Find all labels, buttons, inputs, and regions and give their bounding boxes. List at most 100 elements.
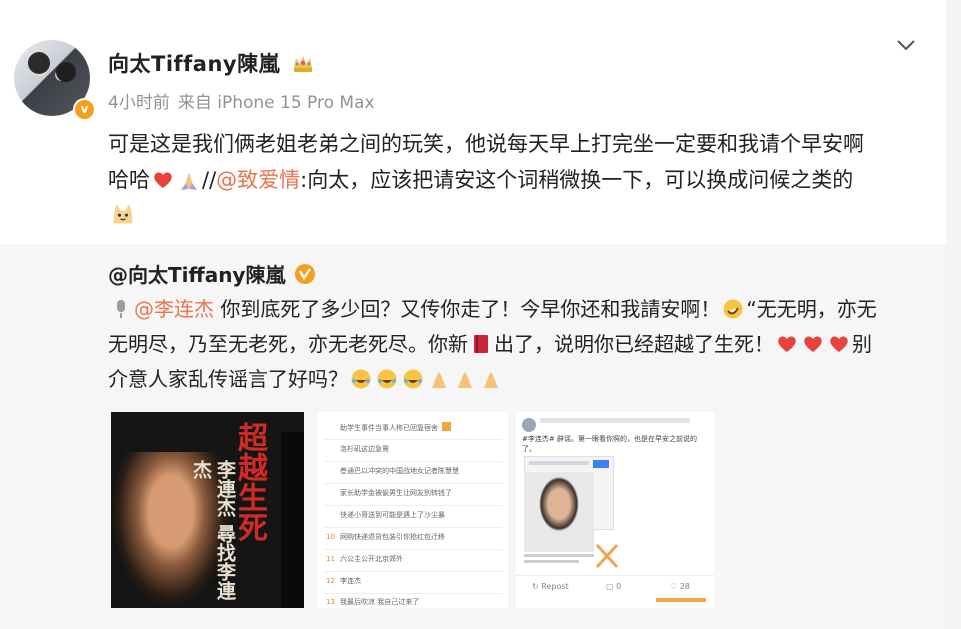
divider: [324, 461, 502, 462]
trending-text: 叁通巴以冲突的中国战地女记者陈慧慧: [340, 467, 459, 475]
trending-row: 11 六公主公开北京郊外: [326, 554, 403, 564]
verified-badge-icon: v: [73, 98, 96, 121]
post-content: 可是这是我们俩老姐老弟之间的玩笑，他说每天早上打完坐一定要和我请个早安啊 哈哈 …: [108, 126, 928, 234]
trending-rank: 11: [326, 555, 335, 563]
trending-row: 助学生事件当事人称已回复宿舍: [326, 422, 451, 433]
mini-card-line: [529, 461, 589, 465]
trending-text: 网购快递退货包装引你抢红包迁移: [340, 533, 445, 541]
mention-li-lianjie[interactable]: @李连杰: [134, 297, 214, 321]
post-text-haha: 哈哈: [108, 168, 150, 192]
original-text-6: 介意人家乱传谣言了好吗？: [108, 367, 348, 391]
portrait-photo: [524, 472, 594, 552]
trending-row: 快递小哥送到可能是遇上了沙尘暴: [326, 510, 445, 520]
like-action: ♡ 28: [670, 582, 690, 591]
mini-card-button: [593, 460, 609, 468]
folded-hands-icon: [484, 372, 498, 388]
rofl-face-icon: [723, 299, 743, 319]
original-text-5: 别: [852, 332, 872, 356]
trending-text: 家长助学金被偷男生让网友别转钱了: [340, 489, 452, 497]
red-heart-icon: [154, 172, 172, 188]
post-line-1: 可是这是我们俩老姐老弟之间的玩笑，他说每天早上打完坐一定要和我请个早安啊: [108, 132, 864, 156]
trending-rank: 12: [326, 577, 335, 585]
author-name[interactable]: 向太Tiffany陳嵐: [108, 48, 314, 78]
divider: [324, 483, 502, 484]
trending-text: 我最后吹凉 我自己过来了: [340, 598, 420, 606]
divider: [324, 593, 502, 594]
red-book-icon: [474, 335, 488, 353]
trending-text: 李连杰: [340, 577, 361, 585]
red-heart-icon: [830, 336, 848, 352]
original-text-1: 你到底死了多少回？又传你走了！今早你还和我請安啊！: [214, 297, 721, 321]
book-cover-image[interactable]: 李連杰 尋找李連杰 超越生死: [111, 412, 304, 608]
divider: [324, 527, 502, 528]
divider: [324, 571, 502, 572]
original-author[interactable]: @向太Tiffany陳嵐: [108, 259, 318, 288]
original-line-2: 无明尽，乃至无老死，亦无老死尽。你新 出了，说明你已经超越了生死！ 别: [108, 327, 928, 362]
microphone-icon: [117, 300, 125, 318]
divider: [324, 505, 502, 506]
trending-text: 快递小哥送到可能是遇上了沙尘暴: [340, 511, 445, 519]
crown-icon: [293, 56, 312, 72]
tears-of-joy-icon: [377, 369, 397, 389]
comment-count: 0: [616, 582, 622, 591]
original-text-4: 出了，说明你已经超越了生死！: [494, 332, 774, 356]
weibo-screenshot-image[interactable]: #李连杰# 辟谣。第一眼看你照的，也是在早安之前说的了。 ↻ Repost ▢ …: [516, 412, 714, 608]
repost-action-label: Repost: [541, 582, 569, 591]
repost-separator: //: [202, 168, 217, 192]
post-source: 来自 iPhone 15 Pro Max: [177, 93, 375, 113]
reposted-original[interactable]: @向太Tiffany陳嵐 @李连杰 你到底死了多少回？又传你走了！今早你还和我請…: [0, 244, 946, 629]
cat-face-icon: [113, 204, 133, 224]
trending-list-image[interactable]: 助学生事件当事人称已回复宿舍 洛杉矶这边急需 叁通巴以冲突的中国战地女记者陈慧慧…: [318, 412, 508, 608]
post-meta: 4小时前 来自 iPhone 15 Pro Max: [108, 88, 383, 113]
red-heart-icon: [804, 336, 822, 352]
post-line-3: [108, 198, 928, 234]
trending-rank: 10: [326, 533, 335, 541]
trending-row: 家长助学金被偷男生让网友别转钱了: [326, 488, 452, 498]
mini-header-bar: [540, 418, 690, 423]
comment-action: ▢ 0: [606, 582, 622, 591]
tears-of-joy-icon: [351, 369, 371, 389]
original-line-1: @李连杰 你到底死了多少回？又传你走了！今早你还和我請安啊！ “无无明，亦无: [108, 292, 928, 327]
avatar-figure-2: [56, 62, 76, 82]
screenshot-caption: #李连杰# 辟谣。第一眼看你照的，也是在早安之前说的了。: [522, 435, 697, 453]
like-count: 28: [679, 582, 690, 591]
mini-avatar: [522, 418, 536, 432]
trending-row: 12 李连杰: [326, 576, 361, 586]
original-author-text[interactable]: @向太Tiffany陳嵐: [108, 263, 285, 287]
repost-action: ↻ Repost: [532, 582, 569, 591]
book-title: 超越生死: [232, 422, 267, 542]
folded-hands-icon: [181, 173, 197, 190]
trending-row: 13 我最后吹凉 我自己过来了: [326, 597, 419, 607]
divider: [324, 549, 502, 550]
mention-link[interactable]: @致爱情: [216, 168, 300, 192]
original-text-2: “无无明，亦无: [746, 297, 877, 321]
folded-hands-icon: [458, 372, 472, 388]
hot-tag-icon: [442, 422, 451, 431]
trending-row: 10 网购快递退货包装引你抢红包迁移: [326, 532, 445, 542]
post-time[interactable]: 4小时前: [108, 93, 170, 113]
original-line-3: 介意人家乱传谣言了好吗？: [108, 362, 928, 397]
book-spine: [281, 432, 304, 608]
trending-row: 叁通巴以冲突的中国战地女记者陈慧慧: [326, 466, 459, 476]
trending-row: 洛杉矶这边急需: [326, 444, 389, 454]
weibo-post-card: v 向太Tiffany陳嵐 4小时前 来自 iPhone 15 Pro Max 可…: [0, 0, 946, 629]
trending-text: 六公主公开北京郊外: [340, 555, 403, 563]
orange-footer-bar: [656, 598, 706, 602]
original-text-3: 无明尽，乃至无老死，亦无老死尽。你新: [108, 332, 468, 356]
folded-hands-icon: [432, 372, 446, 388]
post-text-quote: :向太，应该把请安这个词稍微换一下，可以换成问候之类的: [300, 168, 854, 192]
cross-mark-icon: [595, 543, 619, 569]
divider: [516, 575, 714, 576]
mini-text-line: [524, 554, 594, 557]
trending-rank: 13: [326, 598, 335, 606]
author-name-text[interactable]: 向太Tiffany陳嵐: [108, 52, 280, 76]
post-line-2: 哈哈 //@致爱情:向太，应该把请安这个词稍微换一下，可以换成问候之类的: [108, 162, 928, 198]
tears-of-joy-icon: [403, 369, 423, 389]
chevron-down-icon[interactable]: [895, 38, 917, 52]
verified-badge-icon: [295, 264, 316, 284]
mini-text-line: [524, 560, 579, 563]
divider: [324, 439, 502, 440]
red-heart-icon: [778, 336, 796, 352]
trending-text: 助学生事件当事人称已回复宿舍: [340, 424, 438, 432]
trending-text: 洛杉矶这边急需: [340, 445, 389, 453]
